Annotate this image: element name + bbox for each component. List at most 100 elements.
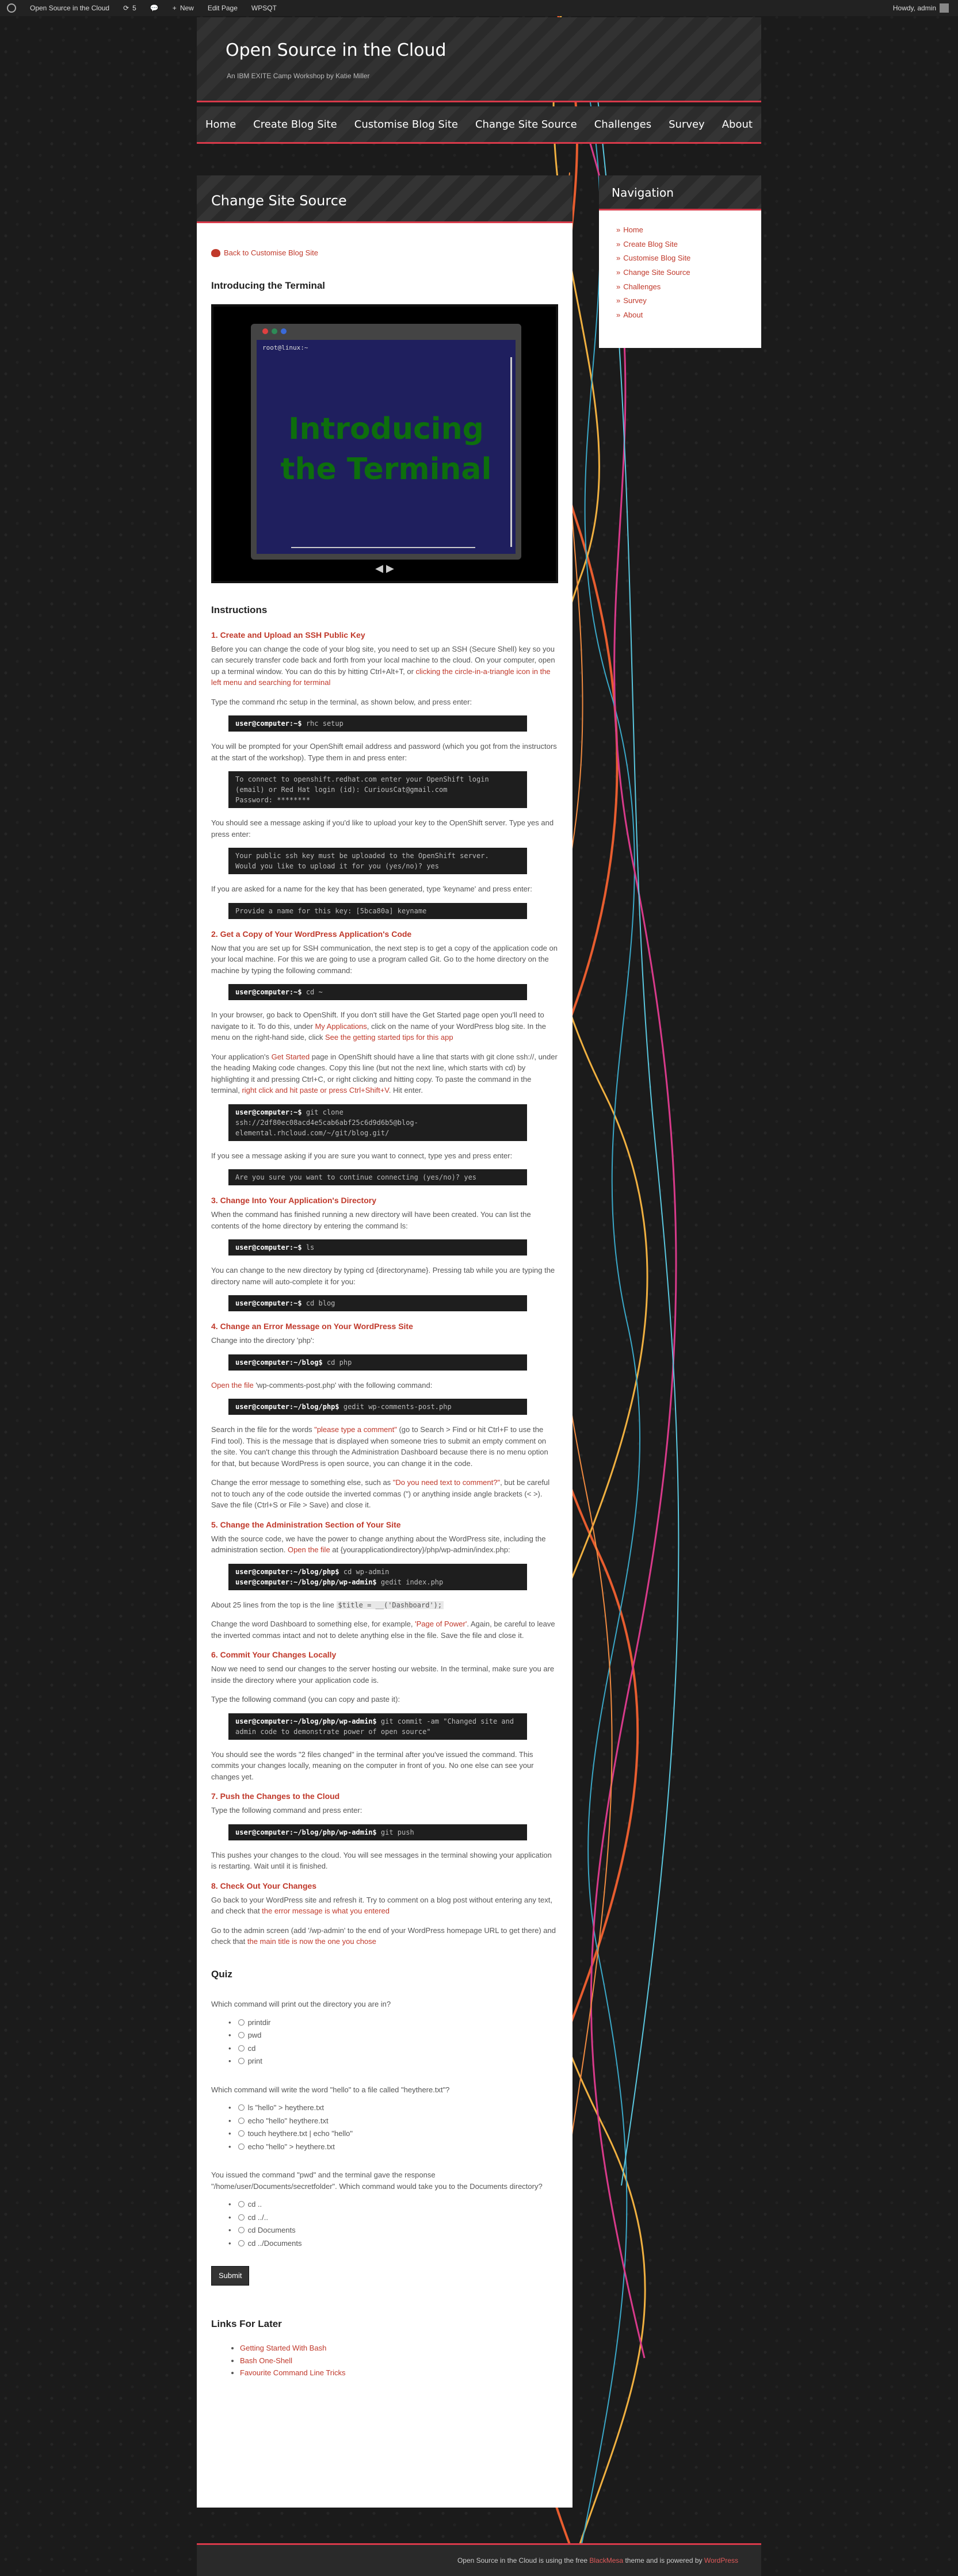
open-file-link[interactable]: Open the file [211,1381,254,1390]
quiz-option[interactable]: echo "hello" heythere.txt [228,2115,558,2127]
code-block: Provide a name for this key: [5bca80a] k… [228,902,527,919]
radio-button[interactable] [238,2032,245,2039]
step-5-p3: Change the word Dashboard to something e… [211,1620,555,1640]
quiz-option[interactable]: echo "hello" > heythere.txt [228,2141,558,2153]
radio-button[interactable] [238,2201,245,2208]
account-menu[interactable]: Howdy, admin [886,0,958,16]
nav-customise-blog-site[interactable]: Customise Blog Site [346,118,467,131]
open-file-link-2[interactable]: Open the file [288,1545,330,1554]
radio-button[interactable] [238,2117,245,2124]
comments-link[interactable]: 💬 [143,0,166,16]
link-bash-one-shell[interactable]: Bash One-Shell [240,2356,292,2365]
step-3-title: 3. Change Into Your Application's Direct… [211,1195,558,1207]
step-5-p2: About 25 lines from the top is the line … [211,1599,558,1611]
radio-button[interactable] [238,2019,245,2026]
sidebar-item-about[interactable]: About [623,311,643,319]
window-controls [262,328,287,334]
back-link-row: Back to Customise Blog Site [211,247,558,259]
radio-button[interactable] [238,2130,245,2137]
edit-page-link[interactable]: Edit Page [201,0,245,16]
nav-create-blog-site[interactable]: Create Blog Site [245,118,346,131]
theme-link[interactable]: BlackMesa [589,2556,623,2564]
updates-link[interactable]: ⟳ 5 [116,0,143,16]
quiz-options-1: printdir pwd cd print [228,2017,558,2067]
radio-button[interactable] [238,2143,245,2150]
admin-site-link[interactable]: Open Source in the Cloud [23,0,116,16]
quiz-option[interactable]: cd ../.. [228,2212,558,2223]
back-link[interactable]: Back to Customise Blog Site [224,247,318,259]
sidebar-item-survey[interactable]: Survey [623,296,646,305]
step-5-link[interactable]: 5. Change the Administration Section of … [211,1520,401,1529]
code-block: user@computer:~$ rhc setup [228,715,527,732]
page-title: Change Site Source [211,193,347,209]
step-3-link[interactable]: 3. Change Into Your Application's Direct… [211,1196,376,1205]
nav-change-site-source[interactable]: Change Site Source [467,118,586,131]
quiz-option[interactable]: printdir [228,2017,558,2028]
quiz-option[interactable]: print [228,2056,558,2067]
nav-home[interactable]: Home [197,118,245,131]
sidebar-item-change-site-source[interactable]: Change Site Source [623,268,690,277]
comment-icon: 💬 [150,4,159,12]
step-8-link[interactable]: 8. Check Out Your Changes [211,1881,316,1890]
radio-button[interactable] [238,2045,245,2051]
quiz-option[interactable]: cd Documents [228,2225,558,2236]
edit-page-label: Edit Page [207,4,238,12]
step-2-p1: Now that you are set up for SSH communic… [211,943,558,975]
nav-challenges[interactable]: Challenges [586,118,660,131]
wp-logo-menu[interactable] [0,0,23,16]
quiz-submit-button[interactable]: Submit [211,2266,250,2286]
admin-site-label: Open Source in the Cloud [30,4,110,12]
step-4-link[interactable]: 4. Change an Error Message on Your WordP… [211,1322,413,1331]
links-later-heading: Links For Later [211,2318,282,2329]
minimize-dot [272,328,277,334]
sidebar-item-challenges[interactable]: Challenges [623,282,661,291]
code-block: user@computer:~$ cd ~ [228,984,527,1000]
radio-button[interactable] [238,2214,245,2221]
step-7-link[interactable]: 7. Push the Changes to the Cloud [211,1792,339,1801]
step-7-title: 7. Push the Changes to the Cloud [211,1790,558,1802]
page-of-power-link[interactable]: 'Page of Power' [415,1620,467,1628]
slide-arrows[interactable]: ◀ ▶ [213,561,556,576]
link-command-line-tricks[interactable]: Favourite Command Line Tricks [240,2368,346,2377]
please-type-comment-link[interactable]: "please type a comment" [314,1425,397,1434]
nav-about[interactable]: About [713,118,761,131]
wordpress-link[interactable]: WordPress [704,2556,738,2564]
sidebar-item-home[interactable]: Home [623,225,643,234]
paste-help-link[interactable]: right click and hit paste or press Ctrl+… [242,1086,388,1094]
need-text-link[interactable]: "Do you need text to comment?" [393,1478,500,1487]
close-dot [262,328,268,334]
new-link[interactable]: + New [166,0,201,16]
quiz-option[interactable]: pwd [228,2030,558,2041]
my-applications-link[interactable]: My Applications [315,1022,367,1031]
step-6-title: 6. Commit Your Changes Locally [211,1649,558,1661]
radio-button[interactable] [238,2240,245,2246]
link-getting-started-bash[interactable]: Getting Started With Bash [240,2344,326,2352]
step-1-link[interactable]: 1. Create and Upload an SSH Public Key [211,630,365,640]
code-block: user@computer:~$ ls [228,1239,527,1256]
quiz-options-2: ls "hello" > heythere.txt echo "hello" h… [228,2102,558,2152]
getting-started-link[interactable]: See the getting started tips for this ap… [325,1033,453,1042]
radio-button[interactable] [238,2104,245,2111]
sidebar-item-create-blog-site[interactable]: Create Blog Site [623,240,678,248]
step-7-p1: Type the following command and press ent… [211,1806,362,1815]
wpsqt-link[interactable]: WPSQT [245,0,284,16]
radio-button[interactable] [238,2058,245,2065]
radio-button[interactable] [238,2227,245,2234]
get-started-link[interactable]: Get Started [272,1052,310,1061]
step-2-link[interactable]: 2. Get a Copy of Your WordPress Applicat… [211,929,411,939]
code-block: user@computer:~$ git clone ssh://2df80ec… [228,1104,527,1141]
sidebar-item-customise-blog-site[interactable]: Customise Blog Site [623,254,690,262]
site-title[interactable]: Open Source in the Cloud [226,40,446,60]
quiz-option[interactable]: touch heythere.txt | echo "hello" [228,2128,558,2139]
error-message-link[interactable]: the error message is what you entered [262,1907,390,1915]
quiz-option[interactable]: cd [228,2043,558,2054]
terminal-slideshow: root@linux:~ Introducing the Terminal ◀ … [211,304,558,583]
main-title-link[interactable]: the main title is now the one you chose [247,1937,376,1946]
quiz-option[interactable]: ls "hello" > heythere.txt [228,2102,558,2114]
step-6-link[interactable]: 6. Commit Your Changes Locally [211,1650,336,1659]
nav-survey[interactable]: Survey [660,118,713,131]
step-1-p1: Before you can change the code of your b… [211,644,555,687]
terminal-slide: root@linux:~ Introducing the Terminal [251,324,521,560]
quiz-option[interactable]: cd ../Documents [228,2238,558,2249]
quiz-option[interactable]: cd .. [228,2199,558,2210]
